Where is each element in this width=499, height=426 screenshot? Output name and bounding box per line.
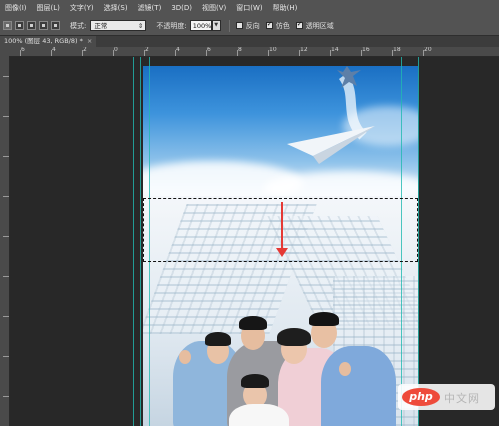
- ruler-tick: [237, 50, 238, 56]
- menu-help[interactable]: 帮助(H): [268, 3, 303, 13]
- menu-image[interactable]: 图像(I): [0, 3, 32, 13]
- blend-mode-value: 正常: [94, 22, 108, 30]
- ruler-tick: [3, 236, 9, 237]
- watermark-text: 中文网: [444, 392, 480, 405]
- ruler-tick: [51, 50, 52, 56]
- ruler-tick: [3, 196, 9, 197]
- menu-filter[interactable]: 滤镜(T): [133, 3, 167, 13]
- ruler-tick: [392, 50, 393, 56]
- ruler-tick: [268, 50, 269, 56]
- ruler-tick: [299, 50, 300, 56]
- ruler-tick: [3, 76, 9, 77]
- menu-layer[interactable]: 图层(L): [32, 3, 65, 13]
- ruler-tick: [330, 50, 331, 56]
- divider: [228, 19, 230, 32]
- opacity-dropdown-icon[interactable]: ▼: [211, 20, 221, 31]
- gradient-angle-icon[interactable]: [27, 21, 36, 30]
- close-icon[interactable]: ×: [87, 37, 92, 45]
- arrow-down-icon: [276, 248, 288, 257]
- dither-checkbox[interactable]: [265, 20, 273, 29]
- ruler-label: 2: [83, 47, 87, 53]
- ruler-label: 4: [52, 47, 56, 53]
- ruler-tick: [206, 50, 207, 56]
- ruler-tick: [3, 116, 9, 117]
- person-hair: [277, 328, 311, 346]
- document-tab[interactable]: 100% (图层 43, RGB/8) * ×: [0, 36, 97, 47]
- reverse-checkbox[interactable]: [235, 22, 243, 29]
- dither-label: 仿色: [275, 21, 290, 30]
- ruler-label: 18: [393, 47, 401, 53]
- chevron-down-icon: ⇕: [137, 22, 144, 30]
- ruler-label: 6: [207, 47, 211, 53]
- ruler-label: 12: [300, 47, 308, 53]
- ruler-label: 10: [269, 47, 277, 53]
- menu-window[interactable]: 窗口(W): [231, 3, 267, 13]
- horizontal-ruler[interactable]: 6 4 2 0 2 4 6 8 10 12 14 16 18 20: [0, 47, 499, 57]
- guide-line[interactable]: [418, 57, 419, 426]
- ruler-tick: [3, 156, 9, 157]
- ruler-label: 20: [424, 47, 432, 53]
- ruler-label: 14: [331, 47, 339, 53]
- menu-bar: 图像(I) 图层(L) 文字(Y) 选择(S) 滤镜(T) 3D(D) 视图(V…: [0, 0, 499, 17]
- ruler-tick: [175, 50, 176, 56]
- reverse-label: 反向: [245, 21, 260, 30]
- person-hair: [205, 332, 231, 346]
- transparency-label: 透明区域: [305, 21, 334, 30]
- blend-mode-select[interactable]: 正常 ⇕: [90, 20, 147, 31]
- menu-select[interactable]: 选择(S): [99, 3, 133, 13]
- ruler-label: 6: [21, 47, 25, 53]
- options-bar: 模式: 正常 ⇕ 不透明度: 100% ▼ 反向 仿色 透明区域: [0, 16, 499, 36]
- transparency-checkbox[interactable]: [295, 20, 303, 29]
- paper-plane-graphic: [287, 66, 375, 164]
- ruler-label: 16: [362, 47, 370, 53]
- person-hair: [241, 374, 269, 388]
- gradient-drag-line: [281, 202, 283, 250]
- ruler-label: 8: [238, 47, 242, 53]
- ruler-tick: [423, 50, 424, 56]
- person-hair: [239, 316, 267, 330]
- mode-label: 模式:: [70, 21, 87, 30]
- gradient-reflected-icon[interactable]: [39, 21, 48, 30]
- person-body: [321, 346, 396, 426]
- raised-fist: [339, 362, 351, 376]
- ruler-label: 0: [114, 47, 118, 53]
- guide-line[interactable]: [133, 57, 134, 426]
- person-body: [229, 404, 289, 426]
- ruler-tick: [113, 50, 114, 56]
- ruler-tick: [3, 396, 9, 397]
- vertical-ruler[interactable]: [0, 56, 10, 426]
- ruler-tick: [3, 356, 9, 357]
- raised-fist: [179, 350, 191, 364]
- menu-3d[interactable]: 3D(D): [166, 4, 197, 12]
- ruler-tick: [82, 50, 83, 56]
- gradient-diamond-icon[interactable]: [51, 21, 60, 30]
- ruler-tick: [361, 50, 362, 56]
- opacity-input[interactable]: 100%: [189, 20, 212, 31]
- document-tab-bar: 100% (图层 43, RGB/8) * ×: [0, 36, 499, 47]
- document-tab-title: 100% (图层 43, RGB/8) *: [4, 37, 83, 45]
- person-hair: [309, 312, 339, 326]
- opacity-label: 不透明度:: [156, 21, 187, 30]
- ruler-tick: [144, 50, 145, 56]
- guide-line[interactable]: [140, 57, 141, 426]
- ruler-label: 2: [145, 47, 149, 53]
- ruler-tick: [3, 316, 9, 317]
- ruler-tick: [3, 276, 9, 277]
- watermark: php 中文网: [398, 384, 495, 410]
- gradient-linear-icon[interactable]: [3, 21, 12, 30]
- gradient-radial-icon[interactable]: [15, 21, 24, 30]
- menu-type[interactable]: 文字(Y): [65, 3, 99, 13]
- menu-view[interactable]: 视图(V): [197, 3, 231, 13]
- ruler-label: 4: [176, 47, 180, 53]
- php-logo: php: [402, 388, 440, 406]
- ruler-tick: [20, 50, 21, 56]
